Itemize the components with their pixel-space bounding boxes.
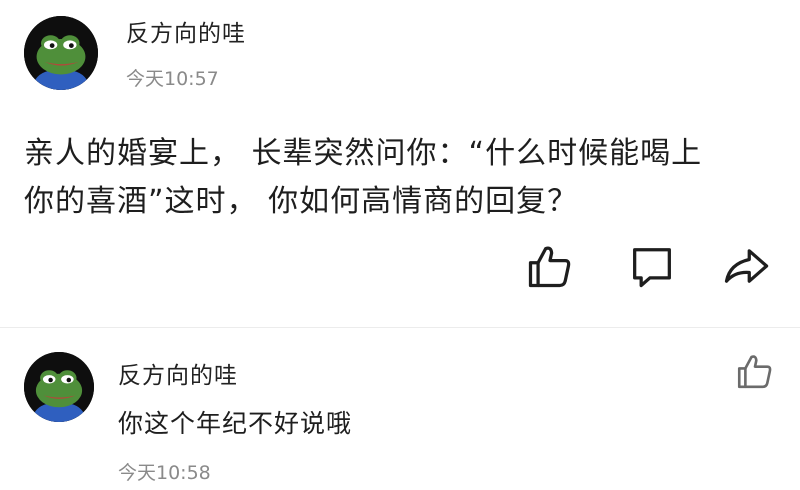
frog-avatar-image (24, 352, 94, 422)
post-timestamp: 今天10:57 (126, 68, 219, 90)
comment-item: 反方向的哇 你这个年纪不好说哦 今天10:58 (0, 330, 800, 490)
comment-author-name[interactable]: 反方向的哇 (118, 356, 238, 390)
post-body-line: 你的喜酒”这时， 你如何高情商的回复？ (24, 184, 579, 219)
post-card: 反方向的哇 今天10:57 亲人的婚宴上， 长辈突然问你：“什么时候能喝上 你的… (0, 0, 800, 330)
comment-text: 你这个年纪不好说哦 (118, 409, 353, 438)
post-author-name[interactable]: 反方向的哇 (126, 14, 246, 48)
divider (0, 327, 800, 328)
avatar[interactable] (24, 16, 98, 90)
comment-timestamp: 今天10:58 (118, 462, 211, 484)
comment-like-button[interactable] (734, 350, 776, 392)
post-body-line: 亲人的婚宴上， 长辈突然问你：“什么时候能喝上 (24, 136, 703, 171)
like-button[interactable] (524, 240, 576, 292)
post-body: 亲人的婚宴上， 长辈突然问你：“什么时候能喝上 你的喜酒”这时， 你如何高情商的… (24, 130, 784, 226)
comment-icon (633, 248, 671, 288)
thumbs-up-icon (528, 246, 571, 288)
comment-button[interactable] (626, 240, 678, 292)
avatar[interactable] (24, 352, 94, 422)
share-button[interactable] (720, 240, 772, 292)
thumbs-up-icon (737, 355, 772, 389)
share-icon (724, 249, 769, 283)
frog-avatar-image (24, 16, 98, 90)
